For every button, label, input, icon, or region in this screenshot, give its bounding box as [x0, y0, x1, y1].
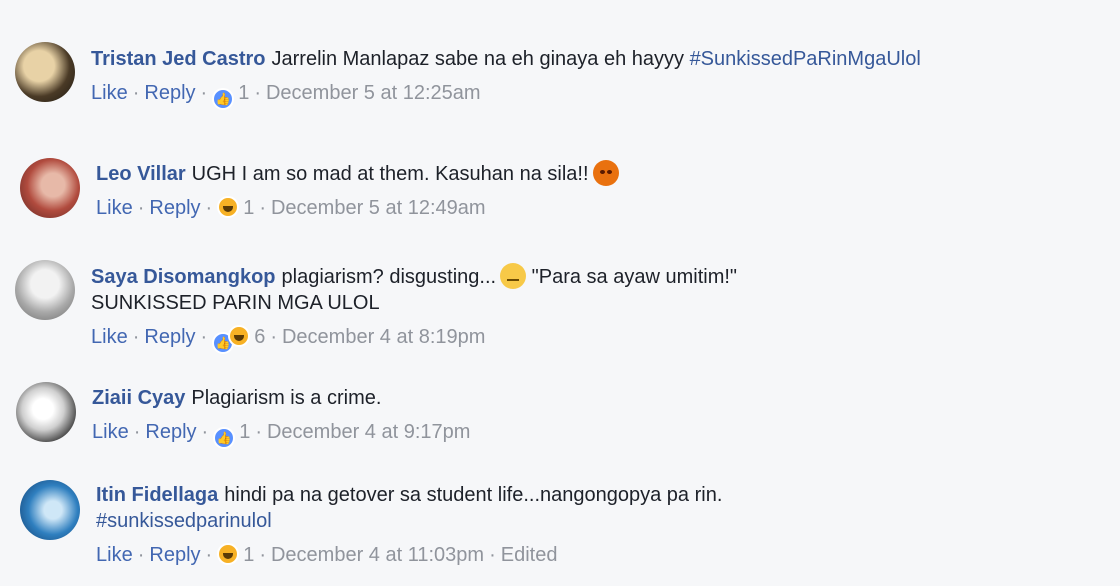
avatar[interactable]	[15, 260, 75, 320]
hashtag-link[interactable]: #sunkissedparinulol	[96, 510, 272, 532]
reply-button[interactable]: Reply	[145, 421, 196, 443]
haha-icon	[228, 325, 251, 347]
like-icon: 👍	[213, 427, 236, 449]
hashtag-link[interactable]: #SunkissedPaRinMgaUlol	[690, 48, 921, 70]
timestamp[interactable]: December 4 at 9:17pm	[267, 421, 470, 443]
comment-text: UGH I am so mad at them. Kasuhan na sila…	[191, 163, 589, 185]
edited-label[interactable]: Edited	[501, 544, 558, 566]
reactions[interactable]	[217, 196, 240, 225]
angry-emoji-icon	[592, 160, 619, 186]
comment-actions: Like · Reply · 👍 1 · December 5 at 12:25am	[91, 80, 921, 110]
haha-icon	[217, 196, 240, 218]
reaction-count[interactable]: 1	[238, 82, 249, 104]
timestamp[interactable]: December 5 at 12:25am	[266, 82, 481, 104]
avatar[interactable]	[15, 42, 75, 102]
like-button[interactable]: Like	[92, 421, 129, 443]
comment-text: hindi pa na getover sa student life...na…	[224, 484, 723, 506]
concerned-emoji-icon	[500, 263, 527, 289]
comment-author[interactable]: Tristan Jed Castro	[91, 48, 266, 70]
avatar[interactable]	[16, 382, 76, 442]
comment-text: Plagiarism is a crime.	[191, 387, 382, 409]
comment-text-line2: SUNKISSED PARIN MGA ULOL	[91, 292, 380, 314]
reaction-count[interactable]: 1	[239, 421, 250, 443]
reactions[interactable]: 👍	[212, 84, 235, 110]
reply-button[interactable]: Reply	[144, 82, 195, 104]
like-button[interactable]: Like	[91, 326, 128, 348]
comment-text-quote: "Para sa ayaw umitim!"	[531, 266, 738, 288]
comment-text: Jarrelin Manlapaz sabe na eh ginaya eh h…	[271, 48, 684, 70]
timestamp[interactable]: December 4 at 11:03pm	[271, 544, 484, 566]
avatar[interactable]	[20, 158, 80, 218]
comment-actions: Like · Reply · 1 · December 4 at 11:03pm · Edite…	[96, 542, 722, 572]
comment-author[interactable]: Leo Villar	[96, 163, 186, 185]
avatar[interactable]	[20, 480, 80, 540]
comment-actions: Like · Reply · 👍 6 · December 4 at 8:19pm	[91, 324, 737, 354]
reaction-count[interactable]: 1	[243, 544, 254, 566]
comment-author[interactable]: Ziaii Cyay	[92, 387, 185, 409]
reactions[interactable]: 👍	[213, 423, 236, 449]
like-button[interactable]: Like	[96, 197, 133, 219]
comment-actions: Like · Reply · 👍 1 · December 4 at 9:17pm	[92, 419, 470, 449]
reactions[interactable]: 👍	[212, 325, 251, 354]
reactions[interactable]	[217, 543, 240, 572]
timestamp[interactable]: December 5 at 12:49am	[271, 197, 486, 219]
like-button[interactable]: Like	[96, 544, 133, 566]
comment-author[interactable]: Saya Disomangkop	[91, 266, 276, 288]
like-icon: 👍	[212, 88, 235, 110]
like-button[interactable]: Like	[91, 82, 128, 104]
timestamp[interactable]: December 4 at 8:19pm	[282, 326, 485, 348]
reaction-count[interactable]: 6	[254, 326, 265, 348]
reply-button[interactable]: Reply	[144, 326, 195, 348]
reply-button[interactable]: Reply	[149, 544, 200, 566]
comment-actions: Like · Reply · 1 · December 5 at 12:49am	[96, 195, 619, 225]
reply-button[interactable]: Reply	[149, 197, 200, 219]
comment-text: plagiarism? disgusting...	[281, 266, 497, 288]
haha-icon	[217, 543, 240, 565]
reaction-count[interactable]: 1	[243, 197, 254, 219]
comment-author[interactable]: Itin Fidellaga	[96, 484, 218, 506]
